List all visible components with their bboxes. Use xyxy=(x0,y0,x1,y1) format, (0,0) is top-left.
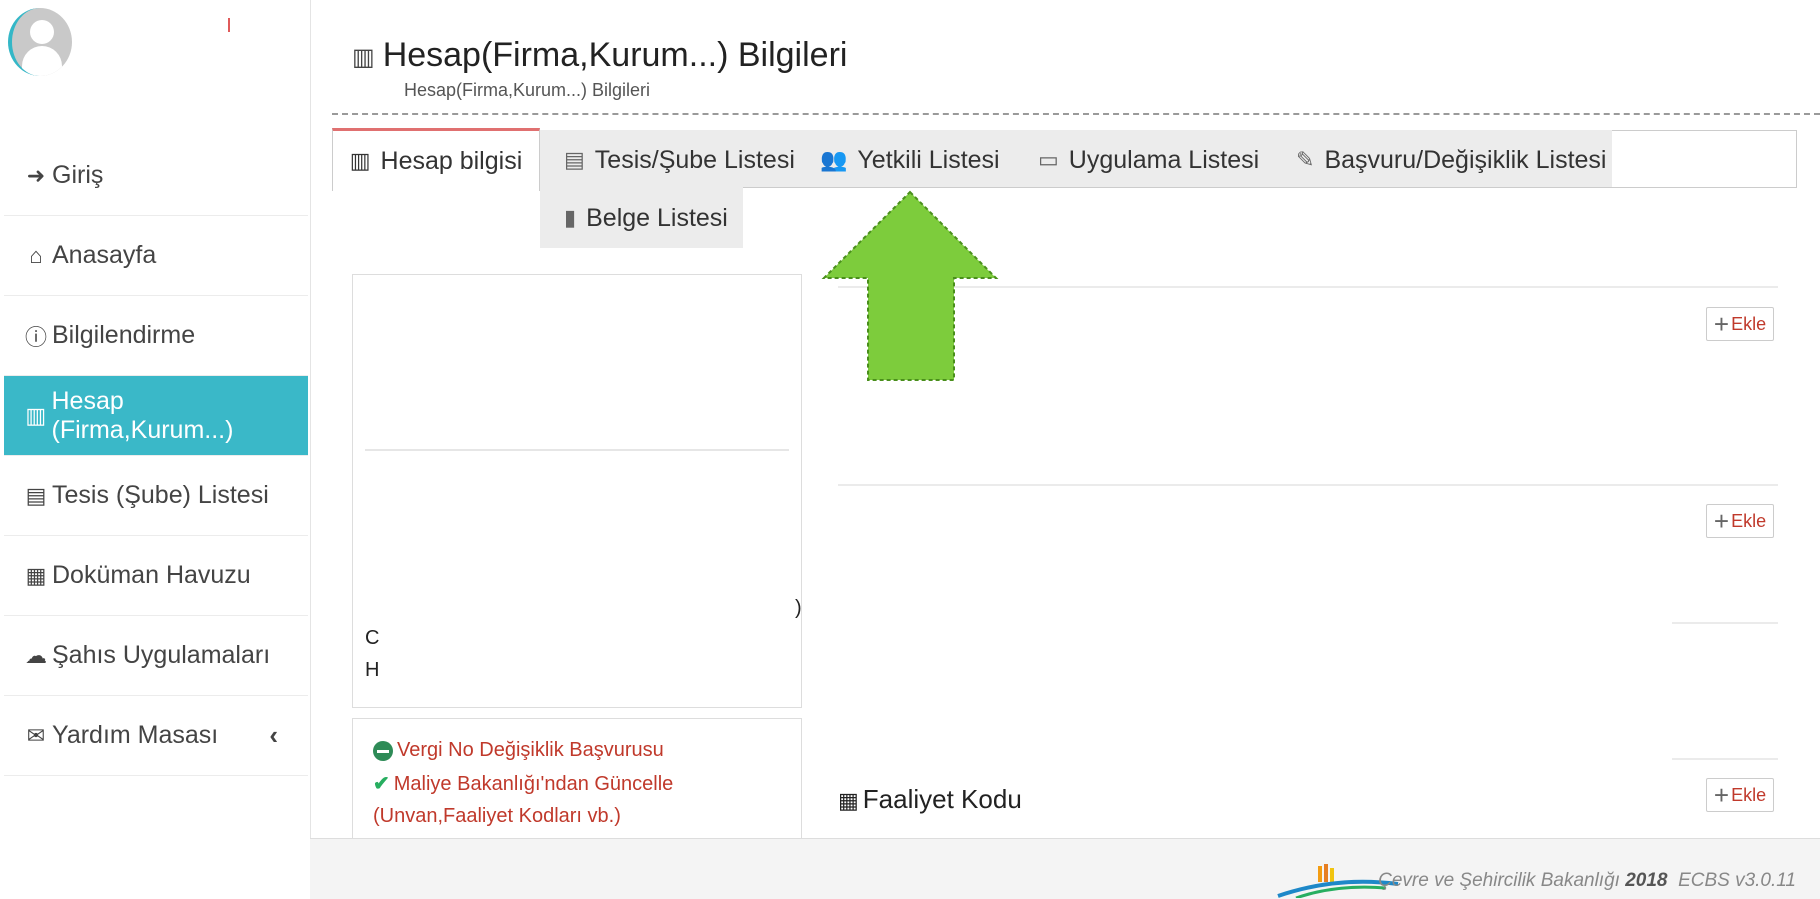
building-icon: ▥ xyxy=(352,43,375,71)
add-button[interactable]: + Ekle xyxy=(1706,504,1774,538)
section-divider xyxy=(1672,758,1778,760)
info-icon: ⓘ xyxy=(24,324,47,350)
sidebar-item-tesis[interactable]: ▤ Tesis (Şube) Listesi xyxy=(4,456,308,536)
clipboard-icon: ▤ xyxy=(25,482,47,508)
maliye-note: (Unvan,Faaliyet Kodları vb.) xyxy=(373,805,621,827)
sidebar-item-yardim[interactable]: ✉ Yardım Masası ‹ xyxy=(4,696,308,776)
account-actions-card: Vergi No Değişiklik Başvurusu ✔ Maliye Ba… xyxy=(352,718,802,839)
up-arrow-icon xyxy=(821,190,999,381)
plus-icon: + xyxy=(1713,309,1730,339)
user-avatar[interactable] xyxy=(8,8,72,76)
check-icon: ✔ xyxy=(373,773,390,795)
card-divider xyxy=(365,449,789,451)
sidebar-item-giris[interactable]: ➜ Giriş xyxy=(4,136,308,216)
status-marker xyxy=(228,18,230,32)
section-divider xyxy=(838,484,1778,486)
page-subtitle: Hesap(Firma,Kurum...) Bilgileri xyxy=(404,80,651,100)
qr-code-icon: ▦ xyxy=(838,788,859,813)
section-divider xyxy=(1672,622,1778,624)
file-icon: ▮ xyxy=(564,205,577,230)
tab-basvuru-degisiklik-listesi[interactable]: ✎ Başvuru/Değişiklik Listesi xyxy=(1296,132,1606,188)
users-icon: 👥 xyxy=(820,147,848,172)
tab-belge-listesi[interactable]: ▮ Belge Listesi xyxy=(564,190,728,246)
plus-icon: + xyxy=(1713,506,1730,536)
building-icon: ▥ xyxy=(25,402,47,428)
box-icon: ▦ xyxy=(25,562,47,588)
building-icon: ▥ xyxy=(349,148,371,173)
laptop-icon: ▭ xyxy=(1038,147,1059,172)
sign-in-icon: ➜ xyxy=(26,162,46,188)
sidebar-item-hesap[interactable]: ▥ Hesap (Firma,Kurum...) xyxy=(4,376,308,456)
tab-yetkili-listesi[interactable]: 👥 Yetkili Listesi xyxy=(820,132,1000,188)
tab-hesap-bilgisi[interactable]: ▥ Hesap bilgisi xyxy=(332,128,540,191)
edit-icon: ✎ xyxy=(1296,147,1315,172)
home-icon: ⌂ xyxy=(29,242,43,268)
sidebar-item-sahis[interactable]: ☁ Şahıs Uygulamaları xyxy=(4,616,308,696)
sidebar-item-dokuman[interactable]: ▦ Doküman Havuzu xyxy=(4,536,308,616)
minus-circle-icon xyxy=(373,740,393,761)
add-button[interactable]: + Ekle xyxy=(1706,307,1774,341)
account-info-card: C H ) xyxy=(352,274,802,708)
vergi-no-degisiklik-link[interactable]: Vergi No Değişiklik Başvurusu xyxy=(373,739,664,762)
header-divider xyxy=(332,113,1820,115)
page-title: ▥ Hesap(Firma,Kurum...) Bilgileri xyxy=(352,36,848,74)
footer-text: Çevre ve Şehircilik Bakanlığı 2018 ECBS … xyxy=(1378,870,1796,891)
faaliyet-kodu-heading: ▦ Faaliyet Kodu xyxy=(838,784,1022,814)
sidebar-item-bilgilendirme[interactable]: ⓘ Bilgilendirme xyxy=(4,296,308,376)
chevron-left-icon[interactable]: ‹ xyxy=(269,720,278,751)
text-fragment: ) xyxy=(795,597,802,619)
envelope-icon: ✉ xyxy=(26,722,46,748)
sidebar-item-anasayfa[interactable]: ⌂ Anasayfa xyxy=(4,216,308,296)
tab-tesis-sube-listesi[interactable]: ▤ Tesis/Şube Listesi xyxy=(564,132,795,188)
maliye-guncelle-link[interactable]: ✔ Maliye Bakanlığı'ndan Güncelle xyxy=(373,771,673,796)
cloud-icon: ☁ xyxy=(25,642,47,668)
plus-icon: + xyxy=(1713,780,1730,810)
text-fragment: C xyxy=(365,627,380,649)
add-button[interactable]: + Ekle xyxy=(1706,778,1774,812)
text-fragment: H xyxy=(365,659,380,681)
clipboard-icon: ▤ xyxy=(564,147,585,172)
tab-uygulama-listesi[interactable]: ▭ Uygulama Listesi xyxy=(1038,132,1259,188)
